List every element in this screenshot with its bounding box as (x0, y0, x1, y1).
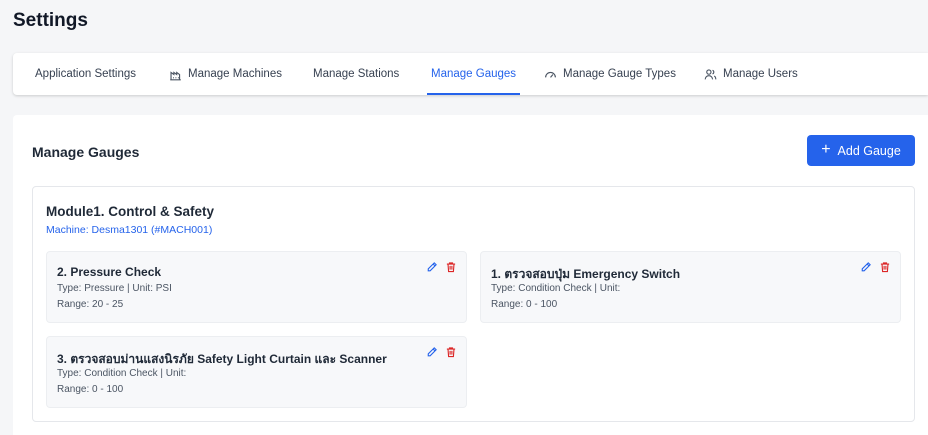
gauge-card: 1. ตรวจสอบปุ่ม Emergency Switch Type: Co… (480, 251, 901, 323)
gauge-name: 1. ตรวจสอบปุ่ม Emergency Switch (491, 267, 681, 281)
tab-application-settings[interactable]: Application Settings (35, 53, 136, 95)
module-title: Module1. Control & Safety (46, 204, 215, 219)
delete-icon[interactable] (445, 346, 457, 358)
gauge-type: Type: Condition Check | Unit: (491, 283, 621, 294)
gauge-range: Range: 20 - 25 (57, 299, 124, 310)
tab-manage-gauges[interactable]: Manage Gauges (426, 53, 521, 95)
tab-manage-stations[interactable]: Manage Stations (313, 53, 399, 95)
add-gauge-label: Add Gauge (837, 143, 901, 158)
page-title: Settings (13, 10, 88, 31)
module-card: Module1. Control & Safety Machine: Desma… (32, 186, 915, 422)
gauge-card: 2. Pressure Check Type: Pressure | Unit:… (46, 251, 467, 323)
tab-label: Manage Users (723, 68, 798, 80)
edit-icon[interactable] (860, 261, 872, 273)
tab-manage-machines[interactable]: Manage Machines (169, 53, 282, 95)
factory-icon (170, 70, 181, 80)
plus-icon: + (821, 140, 831, 158)
gauges-panel: Manage Gauges + Add Gauge Module1. Contr… (13, 115, 928, 435)
gauge-range: Range: 0 - 100 (57, 384, 124, 395)
tab-label: Manage Gauges (431, 68, 517, 80)
tab-label: Application Settings (35, 68, 137, 80)
tab-manage-gauge-types[interactable]: Manage Gauge Types (544, 53, 676, 95)
gauge-range: Range: 0 - 100 (491, 299, 558, 310)
gauge-type: Type: Condition Check | Unit: (57, 368, 187, 379)
tab-label: Manage Machines (188, 68, 282, 80)
gauge-icon (545, 71, 556, 78)
settings-tabs: Application Settings Manage Machines Man… (13, 53, 928, 95)
module-machine: Machine: Desma1301 (#MACH001) (46, 224, 213, 236)
gauge-actions (426, 346, 457, 358)
gauge-name: 3. ตรวจสอบม่านแสงนิรภัย Safety Light Cur… (57, 352, 387, 366)
gauge-type: Type: Pressure | Unit: PSI (57, 283, 172, 294)
add-gauge-button[interactable]: + Add Gauge (807, 135, 915, 166)
delete-icon[interactable] (445, 261, 457, 273)
edit-icon[interactable] (426, 346, 438, 358)
gauge-actions (426, 261, 457, 273)
section-title: Manage Gauges (32, 144, 140, 160)
tab-label: Manage Stations (313, 68, 400, 80)
users-icon (704, 68, 717, 79)
edit-icon[interactable] (426, 261, 438, 273)
gauge-name: 2. Pressure Check (57, 265, 162, 279)
delete-icon[interactable] (879, 261, 891, 273)
gauge-card: 3. ตรวจสอบม่านแสงนิรภัย Safety Light Cur… (46, 336, 467, 408)
tab-manage-users[interactable]: Manage Users (704, 53, 798, 95)
tab-label: Manage Gauge Types (563, 68, 676, 80)
gauge-actions (860, 261, 891, 273)
